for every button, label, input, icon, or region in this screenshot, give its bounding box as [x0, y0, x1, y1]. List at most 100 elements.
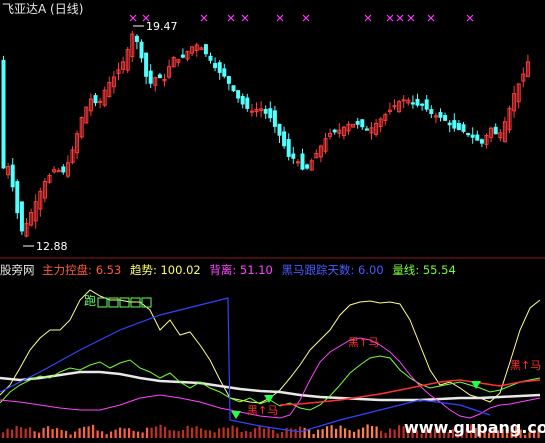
candle-body: [236, 90, 241, 99]
candle-body: [139, 41, 144, 59]
volume-bar: [168, 430, 171, 438]
signal-marker: [427, 14, 435, 22]
candle-body: [291, 153, 296, 159]
volume-bar: [389, 428, 392, 438]
series-trend: [0, 289, 541, 404]
candle-body: [475, 134, 480, 141]
volume-bar: [353, 431, 356, 438]
candle-body: [263, 108, 268, 114]
volume-bar: [119, 427, 122, 438]
candle-body: [364, 128, 369, 131]
volume-bar: [335, 428, 338, 438]
volume-bar: [74, 431, 77, 438]
volume-bar: [96, 430, 99, 438]
candle-body: [282, 131, 287, 147]
candle-body: [277, 123, 282, 136]
volume-bar: [213, 432, 216, 438]
volume-bar: [150, 427, 153, 438]
candle-body: [93, 95, 98, 104]
candle-body: [286, 139, 291, 157]
watermark: www.gupang.com: [404, 418, 545, 437]
legend-item-trend: 趋势: 100.02: [129, 263, 201, 277]
candle-body: [134, 35, 139, 43]
volume-bar: [249, 431, 252, 438]
volume-bar: [146, 427, 149, 438]
volume-bar: [321, 429, 324, 438]
candle-body: [148, 70, 153, 84]
legend-item-main-force: 主力控盘: 6.53: [42, 263, 122, 277]
signal-marker: [241, 14, 249, 22]
volume-bar: [231, 425, 234, 438]
volume-bar: [236, 427, 239, 438]
volume-bar: [177, 431, 180, 438]
candle-body: [461, 124, 466, 132]
candle-body: [443, 115, 448, 121]
candle-body: [456, 123, 461, 131]
signal-marker: [200, 14, 208, 22]
volume-bar: [357, 429, 360, 438]
volume-bar: [110, 431, 113, 438]
signal-marker: [396, 14, 404, 22]
volume-bar: [24, 428, 27, 438]
volume-bar: [114, 429, 117, 438]
candle-body: [240, 95, 245, 105]
volume-bar: [375, 426, 378, 438]
volume-bar: [344, 428, 347, 438]
volume-bar: [227, 427, 230, 438]
volume-bar: [209, 430, 212, 438]
candle-body: [208, 55, 213, 61]
annotation-dark-horse-2: 黑↑马: [247, 404, 279, 417]
candle-body: [360, 119, 365, 128]
signal-triangle: [231, 411, 241, 419]
candle-body: [222, 68, 227, 77]
volume-bar: [33, 431, 36, 438]
volume-bar: [384, 432, 387, 438]
candle-body: [493, 126, 498, 135]
candle-body: [470, 134, 475, 138]
chart-title: 飞亚达A (日线): [2, 2, 84, 16]
volume-bar: [294, 428, 297, 438]
candle-body: [245, 97, 250, 109]
volume-bar: [92, 424, 95, 438]
legend-item-dark-horse: 黑马跟踪天数: 6.00: [281, 263, 384, 277]
volume-bar: [200, 428, 203, 438]
volume-bar: [15, 425, 18, 438]
volume-bar: [123, 428, 126, 438]
candle-body: [410, 102, 415, 105]
volume-bar: [164, 426, 167, 438]
volume-bar: [276, 433, 279, 438]
volume-bar: [141, 432, 144, 438]
volume-bar: [182, 430, 185, 438]
volume-bar: [159, 424, 162, 438]
volume-bar: [101, 431, 104, 438]
volume-bar: [65, 430, 68, 438]
volume-bar: [6, 428, 9, 438]
high-price-label: 19.47: [146, 20, 178, 33]
signal-marker: [386, 14, 394, 22]
volume-bar: [245, 431, 248, 438]
candle-body: [19, 201, 24, 232]
signal-marker: [276, 14, 284, 22]
volume-bar: [51, 428, 54, 438]
candle-body: [447, 122, 452, 126]
candle-body: [213, 63, 218, 69]
volume-bar: [371, 426, 374, 438]
annotation-dark-horse-3: 黑↑马: [510, 359, 542, 372]
volume-bar: [60, 429, 63, 438]
volume-bar: [366, 424, 369, 438]
volume-bar: [186, 425, 189, 438]
indicator-source: 股旁网: [0, 263, 35, 277]
volume-bar: [258, 425, 261, 438]
series-dark-horse: [0, 297, 491, 433]
candle-body: [15, 181, 20, 214]
volume-bar: [47, 426, 50, 438]
volume-bar: [240, 431, 243, 438]
run-signal-box: [119, 297, 130, 308]
volume-bar: [290, 428, 293, 438]
volume-bar: [222, 427, 225, 438]
candle-body: [466, 132, 471, 136]
candle-body: [226, 76, 231, 84]
volume-bar: [83, 426, 86, 438]
candle-body: [438, 112, 443, 118]
candle-body: [10, 164, 15, 188]
